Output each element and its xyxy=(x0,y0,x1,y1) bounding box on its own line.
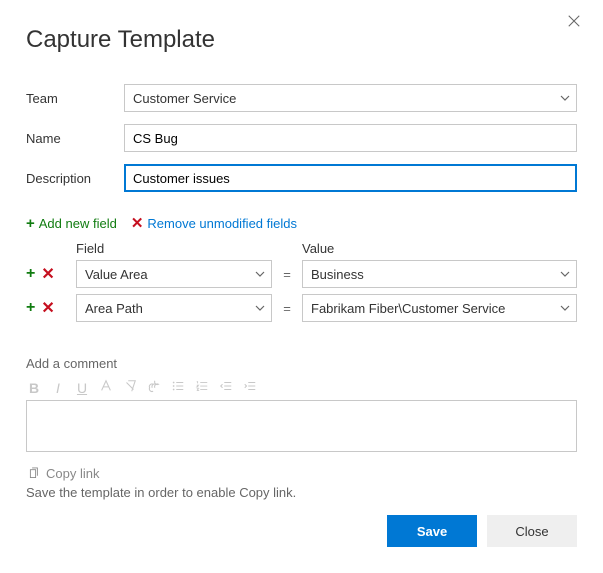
column-header-field: Field xyxy=(76,241,272,256)
name-label: Name xyxy=(26,131,124,146)
close-icon[interactable] xyxy=(567,14,585,32)
copy-link-button: Copy link xyxy=(26,466,577,481)
indent-icon[interactable] xyxy=(242,379,258,396)
x-icon: ✕ xyxy=(131,216,144,231)
team-label: Team xyxy=(26,91,124,106)
field-name-value: Area Path xyxy=(85,301,143,316)
field-value-select[interactable]: Business xyxy=(302,260,577,288)
description-label: Description xyxy=(26,171,124,186)
rich-text-toolbar: B I U xyxy=(26,375,577,400)
field-name-select[interactable]: Area Path xyxy=(76,294,272,322)
outdent-icon[interactable] xyxy=(218,379,234,396)
remove-unmodified-fields-link[interactable]: ✕ Remove unmodified fields xyxy=(131,216,297,231)
description-input[interactable] xyxy=(124,164,577,192)
copy-link-hint: Save the template in order to enable Cop… xyxy=(26,485,577,500)
plus-icon: + xyxy=(26,216,35,231)
field-row: + ✕ Value Area = Business xyxy=(26,260,577,288)
remove-unmodified-label: Remove unmodified fields xyxy=(147,216,297,231)
chevron-down-icon xyxy=(255,269,265,279)
row-remove-icon[interactable]: ✕ xyxy=(41,298,54,318)
bold-icon[interactable]: B xyxy=(26,380,42,396)
team-select[interactable]: Customer Service xyxy=(124,84,577,112)
equals-sign: = xyxy=(272,301,302,316)
chevron-down-icon xyxy=(255,303,265,313)
chevron-down-icon xyxy=(560,93,570,103)
field-name-value: Value Area xyxy=(85,267,148,282)
add-new-field-link[interactable]: + Add new field xyxy=(26,216,117,231)
chevron-down-icon xyxy=(560,303,570,313)
comment-textarea[interactable] xyxy=(26,400,577,452)
dialog-title: Capture Template xyxy=(26,26,577,54)
field-row: + ✕ Area Path = Fabrikam Fiber\Customer … xyxy=(26,294,577,322)
close-button[interactable]: Close xyxy=(487,515,577,547)
name-input[interactable] xyxy=(124,124,577,152)
row-add-icon[interactable]: + xyxy=(26,299,35,317)
chevron-down-icon xyxy=(560,269,570,279)
bullet-list-icon[interactable] xyxy=(170,379,186,396)
field-value-select[interactable]: Fabrikam Fiber\Customer Service xyxy=(302,294,577,322)
italic-icon[interactable]: I xyxy=(50,380,66,396)
row-add-icon[interactable]: + xyxy=(26,265,35,283)
add-new-field-label: Add new field xyxy=(39,216,117,231)
copy-link-label: Copy link xyxy=(46,466,99,481)
number-list-icon[interactable] xyxy=(194,379,210,396)
column-header-value: Value xyxy=(302,241,577,256)
copy-icon xyxy=(26,467,40,481)
underline-icon[interactable]: U xyxy=(74,380,90,396)
field-value-value: Fabrikam Fiber\Customer Service xyxy=(311,301,505,316)
equals-sign: = xyxy=(272,267,302,282)
save-button[interactable]: Save xyxy=(387,515,477,547)
row-remove-icon[interactable]: ✕ xyxy=(41,264,54,284)
link-icon[interactable] xyxy=(146,379,162,396)
font-color-icon[interactable] xyxy=(98,379,114,396)
clear-format-icon[interactable] xyxy=(122,379,138,396)
team-select-value: Customer Service xyxy=(133,91,236,106)
field-name-select[interactable]: Value Area xyxy=(76,260,272,288)
field-value-value: Business xyxy=(311,267,364,282)
comment-label: Add a comment xyxy=(26,356,577,371)
